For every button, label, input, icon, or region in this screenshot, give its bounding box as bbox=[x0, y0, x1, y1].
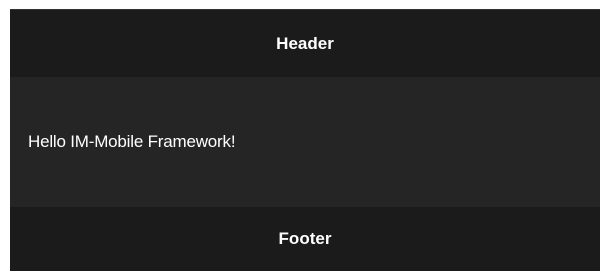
header-bar: Header bbox=[10, 10, 600, 77]
content-area: Hello IM-Mobile Framework! bbox=[10, 77, 600, 207]
content-text: Hello IM-Mobile Framework! bbox=[28, 132, 236, 151]
mobile-page: Header Hello IM-Mobile Framework! Footer bbox=[10, 9, 600, 271]
footer-bar: Footer bbox=[10, 207, 600, 271]
footer-title: Footer bbox=[278, 229, 332, 248]
header-title: Header bbox=[276, 33, 334, 53]
